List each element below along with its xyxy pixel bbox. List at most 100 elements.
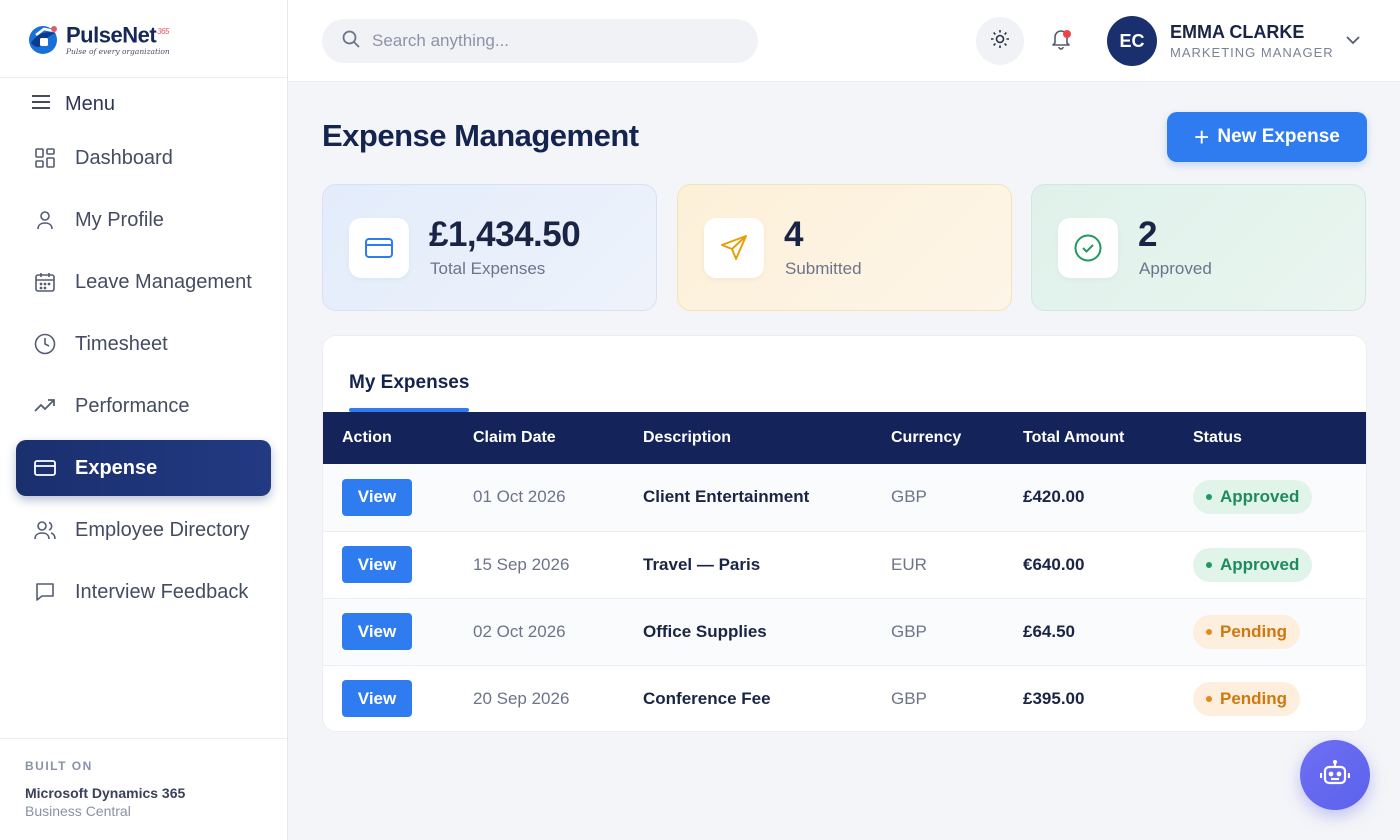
search-input[interactable] <box>372 31 732 51</box>
topbar: EC EMMA CLARKE MARKETING MANAGER <box>288 0 1400 82</box>
status-badge: Pending <box>1193 614 1301 649</box>
stat-value: £1,434.50 <box>429 215 581 254</box>
brand[interactable]: PulseNet365 Pulse of every organization <box>0 0 287 78</box>
platform-name: Microsoft Dynamics 365 <box>25 785 186 801</box>
stat-value: 2 <box>1138 215 1157 254</box>
tab-my-expenses[interactable]: My Expenses <box>349 372 469 394</box>
page-title: Expense Management <box>322 118 639 153</box>
stat-card-approved: 2 Approved <box>1031 184 1366 311</box>
search-box[interactable] <box>322 19 758 63</box>
sidebar-item-label: Timesheet <box>75 332 168 355</box>
claim-date: 20 Sep 2026 <box>473 688 570 708</box>
total-amount: €640.00 <box>1023 554 1085 574</box>
sidebar-item-expense[interactable]: Expense <box>16 440 271 496</box>
total-amount: £420.00 <box>1023 487 1085 507</box>
stat-card-submitted: 4 Submitted <box>677 184 1012 311</box>
send-icon <box>704 218 764 278</box>
status-badge: Approved <box>1193 547 1313 582</box>
sidebar-item-label: Employee Directory <box>75 518 250 541</box>
claim-date: 15 Sep 2026 <box>473 554 570 574</box>
user-icon <box>34 209 56 231</box>
dashboard-icon <box>34 147 56 169</box>
stat-label: Submitted <box>785 259 862 278</box>
sidebar-nav: Dashboard My Profile Leave Management Ti… <box>0 130 287 620</box>
sidebar-item-label: Expense <box>75 456 158 479</box>
stat-value: 4 <box>784 215 803 254</box>
sidebar-item-my-profile[interactable]: My Profile <box>16 192 271 248</box>
clock-icon <box>34 333 56 355</box>
description: Travel — Paris <box>643 554 761 574</box>
currency: GBP <box>891 688 927 708</box>
stat-label: Approved <box>1139 259 1212 278</box>
claim-date: 01 Oct 2026 <box>473 487 566 507</box>
platform-edition: Business Central <box>25 803 131 819</box>
user-name: EMMA CLARKE <box>1170 22 1305 42</box>
robot-icon <box>1319 759 1351 791</box>
stat-label: Total Expenses <box>430 259 546 278</box>
avatar: EC <box>1107 16 1157 66</box>
stat-card-total-expenses: £1,434.50 Total Expenses <box>322 184 657 311</box>
column-header: Claim Date <box>473 429 556 446</box>
brand-name: PulseNet365 <box>66 22 170 48</box>
sidebar-item-dashboard[interactable]: Dashboard <box>16 130 271 186</box>
sidebar-item-label: My Profile <box>75 208 164 231</box>
card-icon <box>34 457 56 479</box>
description: Office Supplies <box>643 621 767 641</box>
chat-icon <box>34 581 56 603</box>
sun-icon <box>990 29 1010 54</box>
expenses-table: Action Claim Date Description Currency T… <box>323 412 1366 731</box>
sidebar-item-label: Interview Feedback <box>75 580 249 603</box>
table-row: View 01 Oct 2026 Client Entertainment GB… <box>323 464 1366 531</box>
notifications-button[interactable] <box>1038 17 1084 65</box>
user-menu[interactable]: EC EMMA CLARKE MARKETING MANAGER <box>1107 16 1334 66</box>
sidebar-item-label: Performance <box>75 394 190 417</box>
column-header: Description <box>643 429 732 446</box>
view-button[interactable]: View <box>342 478 412 516</box>
notification-dot <box>1063 30 1071 38</box>
view-button[interactable]: View <box>342 680 412 718</box>
chevron-down-icon[interactable] <box>1346 32 1360 50</box>
view-button[interactable]: View <box>342 613 412 650</box>
claim-date: 02 Oct 2026 <box>473 621 566 641</box>
menu-label: Menu <box>65 92 116 115</box>
total-amount: £395.00 <box>1023 688 1085 708</box>
sidebar-item-performance[interactable]: Performance <box>16 378 271 434</box>
sidebar-item-leave-management[interactable]: Leave Management <box>16 254 271 310</box>
new-expense-button[interactable]: + New Expense <box>1167 112 1367 162</box>
status-badge: Approved <box>1193 480 1313 515</box>
column-header: Action <box>342 429 392 446</box>
users-icon <box>34 519 56 541</box>
hamburger-icon <box>32 94 50 114</box>
table-header-row: Action Claim Date Description Currency T… <box>323 412 1366 464</box>
table-row: View 02 Oct 2026 Office Supplies GBP £64… <box>323 598 1366 665</box>
status-badge: Pending <box>1193 681 1301 716</box>
sidebar: PulseNet365 Pulse of every organization … <box>0 0 288 840</box>
sidebar-item-employee-directory[interactable]: Employee Directory <box>16 502 271 558</box>
chatbot-button[interactable] <box>1300 740 1370 810</box>
theme-toggle-button[interactable] <box>976 17 1024 65</box>
currency: GBP <box>891 487 927 507</box>
menu-toggle[interactable]: Menu <box>0 78 287 130</box>
user-role: MARKETING MANAGER <box>1170 45 1334 60</box>
sidebar-item-interview-feedback[interactable]: Interview Feedback <box>16 564 271 620</box>
sidebar-item-label: Dashboard <box>75 146 173 169</box>
column-header: Currency <box>891 429 962 446</box>
sidebar-item-timesheet[interactable]: Timesheet <box>16 316 271 372</box>
calendar-icon <box>34 271 56 293</box>
description: Conference Fee <box>643 688 771 708</box>
currency: EUR <box>891 554 927 574</box>
column-header: Total Amount <box>1023 429 1125 446</box>
expenses-panel: My Expenses Action Claim Date Descriptio… <box>322 335 1367 732</box>
trending-icon <box>34 395 56 417</box>
table-row: View 15 Sep 2026 Travel — Paris EUR €640… <box>323 531 1366 598</box>
search-icon <box>342 30 360 53</box>
brand-tagline: Pulse of every organization <box>66 47 170 57</box>
table-row: View 20 Sep 2026 Conference Fee GBP £395… <box>323 665 1366 731</box>
plus-icon: + <box>1194 122 1210 152</box>
total-amount: £64.50 <box>1023 621 1075 641</box>
column-header: Status <box>1193 429 1242 446</box>
card-icon <box>349 218 409 278</box>
built-on-label: BUILT ON <box>25 759 93 773</box>
view-button[interactable]: View <box>342 546 412 583</box>
new-expense-label: New Expense <box>1217 126 1340 147</box>
